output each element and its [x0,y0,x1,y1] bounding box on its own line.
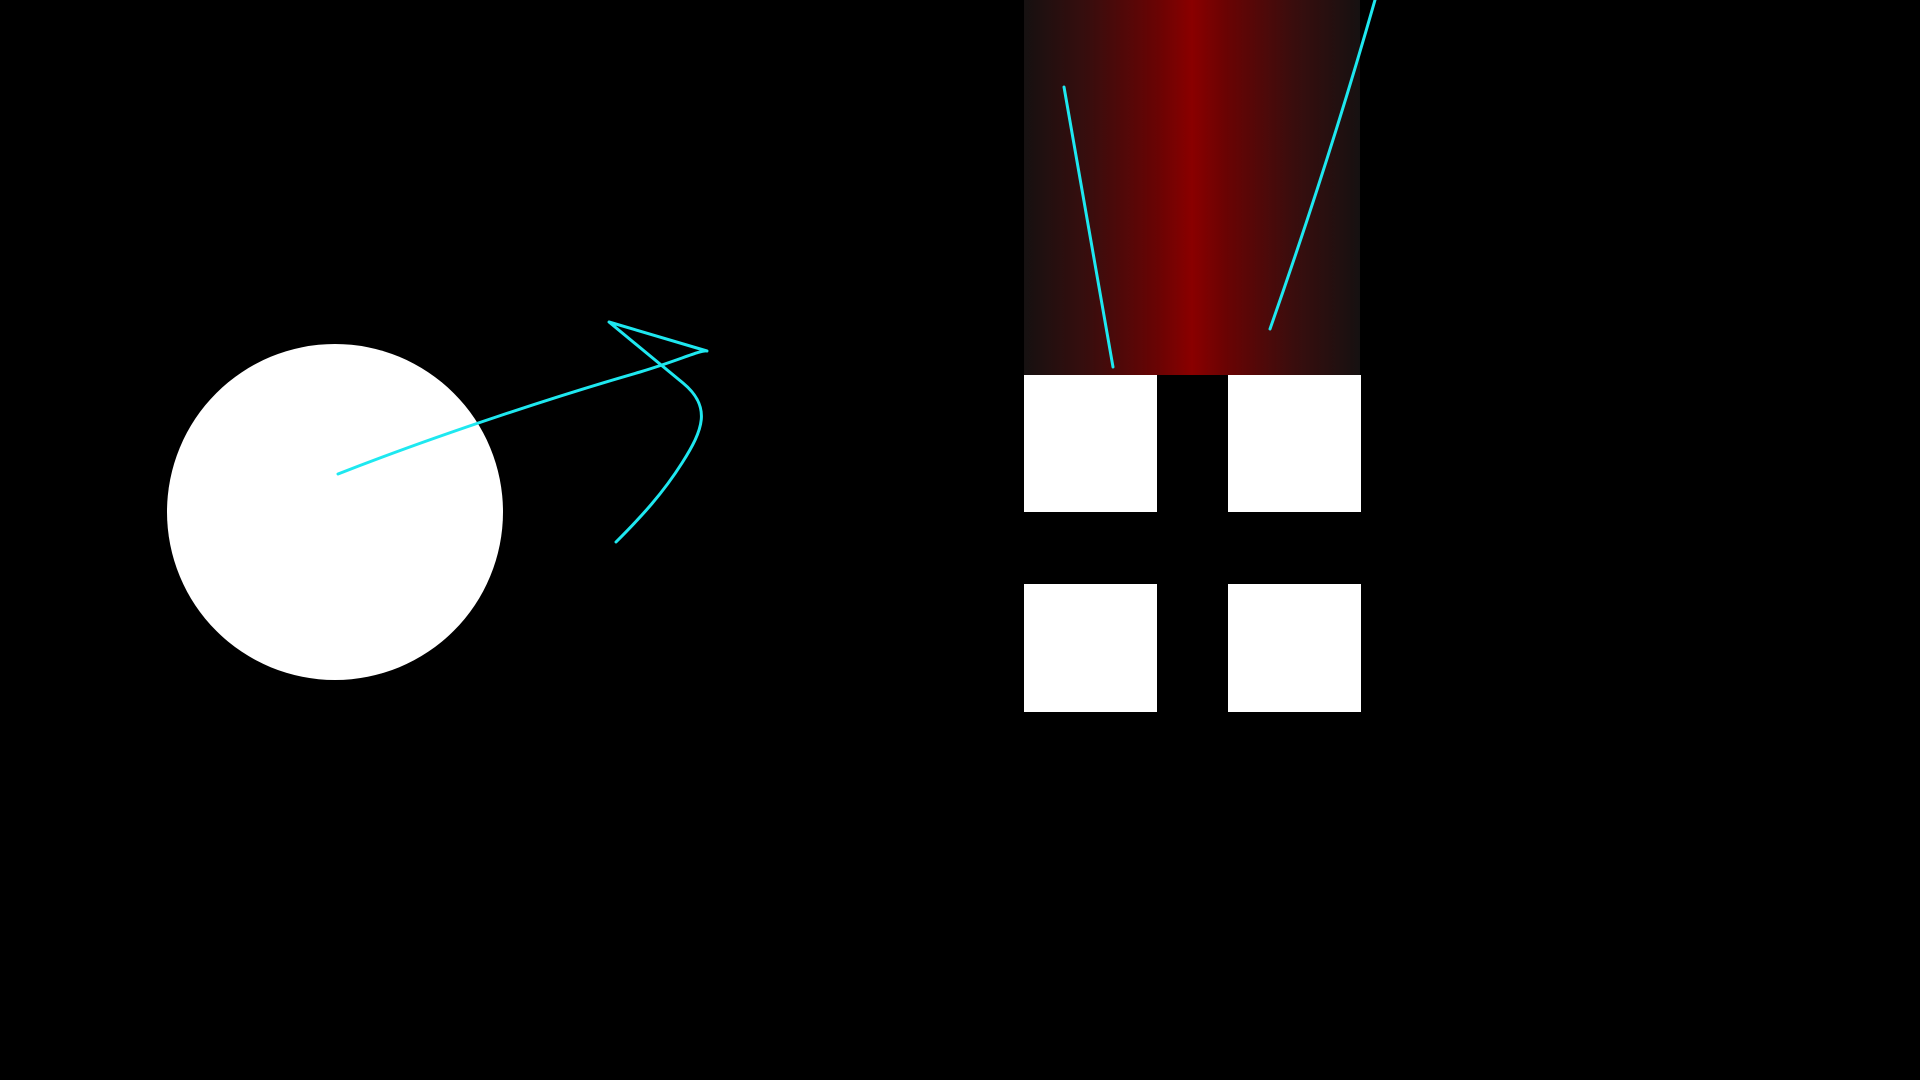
white-circle [167,344,503,680]
square-top-right [1228,375,1361,512]
square-bottom-left [1024,584,1157,712]
red-light-beam [1024,0,1360,375]
square-bottom-right [1228,584,1361,712]
square-top-left [1024,375,1157,512]
scene-canvas [0,0,1920,1080]
